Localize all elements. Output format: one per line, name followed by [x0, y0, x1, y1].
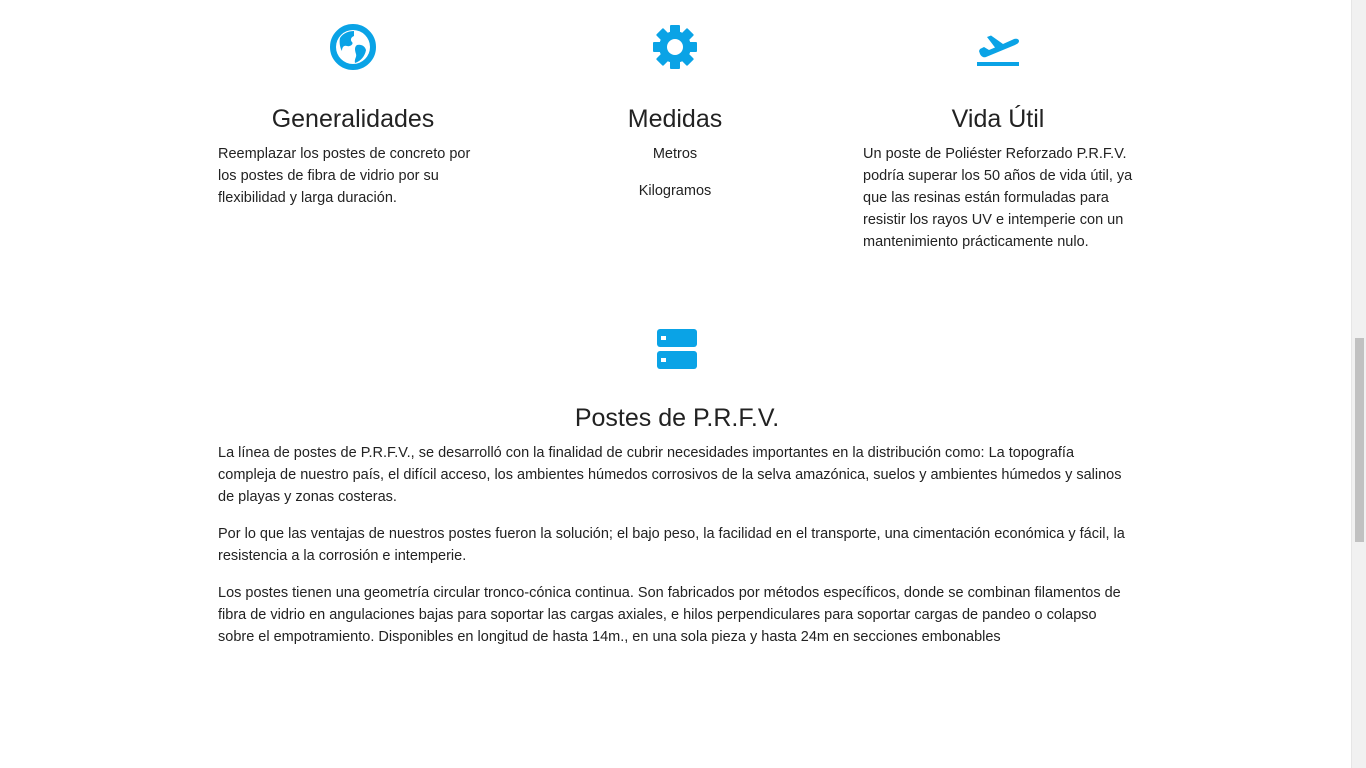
feature-title: Generalidades: [271, 105, 435, 133]
feature-vida-util: Vida Útil Un poste de Poliéster Reforzad…: [863, 0, 1133, 253]
section-paragraph: Por lo que las ventajas de nuestros post…: [218, 526, 1125, 564]
vertical-scrollbar[interactable]: [1351, 0, 1366, 768]
measure-item: Metros: [652, 146, 698, 162]
feature-title: Medidas: [627, 105, 723, 133]
gear-icon: [653, 25, 697, 69]
section-title: Postes de P.R.F.V.: [574, 404, 780, 432]
page-content: Generalidades Reemplazar los postes de c…: [0, 0, 1351, 768]
scrollbar-thumb[interactable]: [1355, 338, 1364, 542]
feature-generalidades: Generalidades Reemplazar los postes de c…: [218, 0, 488, 209]
feature-title: Vida Útil: [951, 105, 1045, 133]
airplane-takeoff-icon: [977, 35, 1019, 66]
section-paragraph: La línea de postes de P.R.F.V., se desar…: [218, 445, 1122, 505]
feature-medidas: Medidas Metros Kilogramos: [540, 0, 810, 217]
section-paragraph: Los postes tienen una geometría circular…: [218, 585, 1121, 645]
globe-icon: [330, 24, 376, 70]
section-postes-prfv: Postes de P.R.F.V. La línea de postes de…: [218, 325, 1136, 663]
measure-item: Kilogramos: [638, 183, 712, 199]
feature-text: Reemplazar los postes de concreto por lo…: [218, 146, 471, 206]
feature-text: Un poste de Poliéster Reforzado P.R.F.V.…: [863, 146, 1133, 250]
server-icon: [657, 329, 697, 369]
